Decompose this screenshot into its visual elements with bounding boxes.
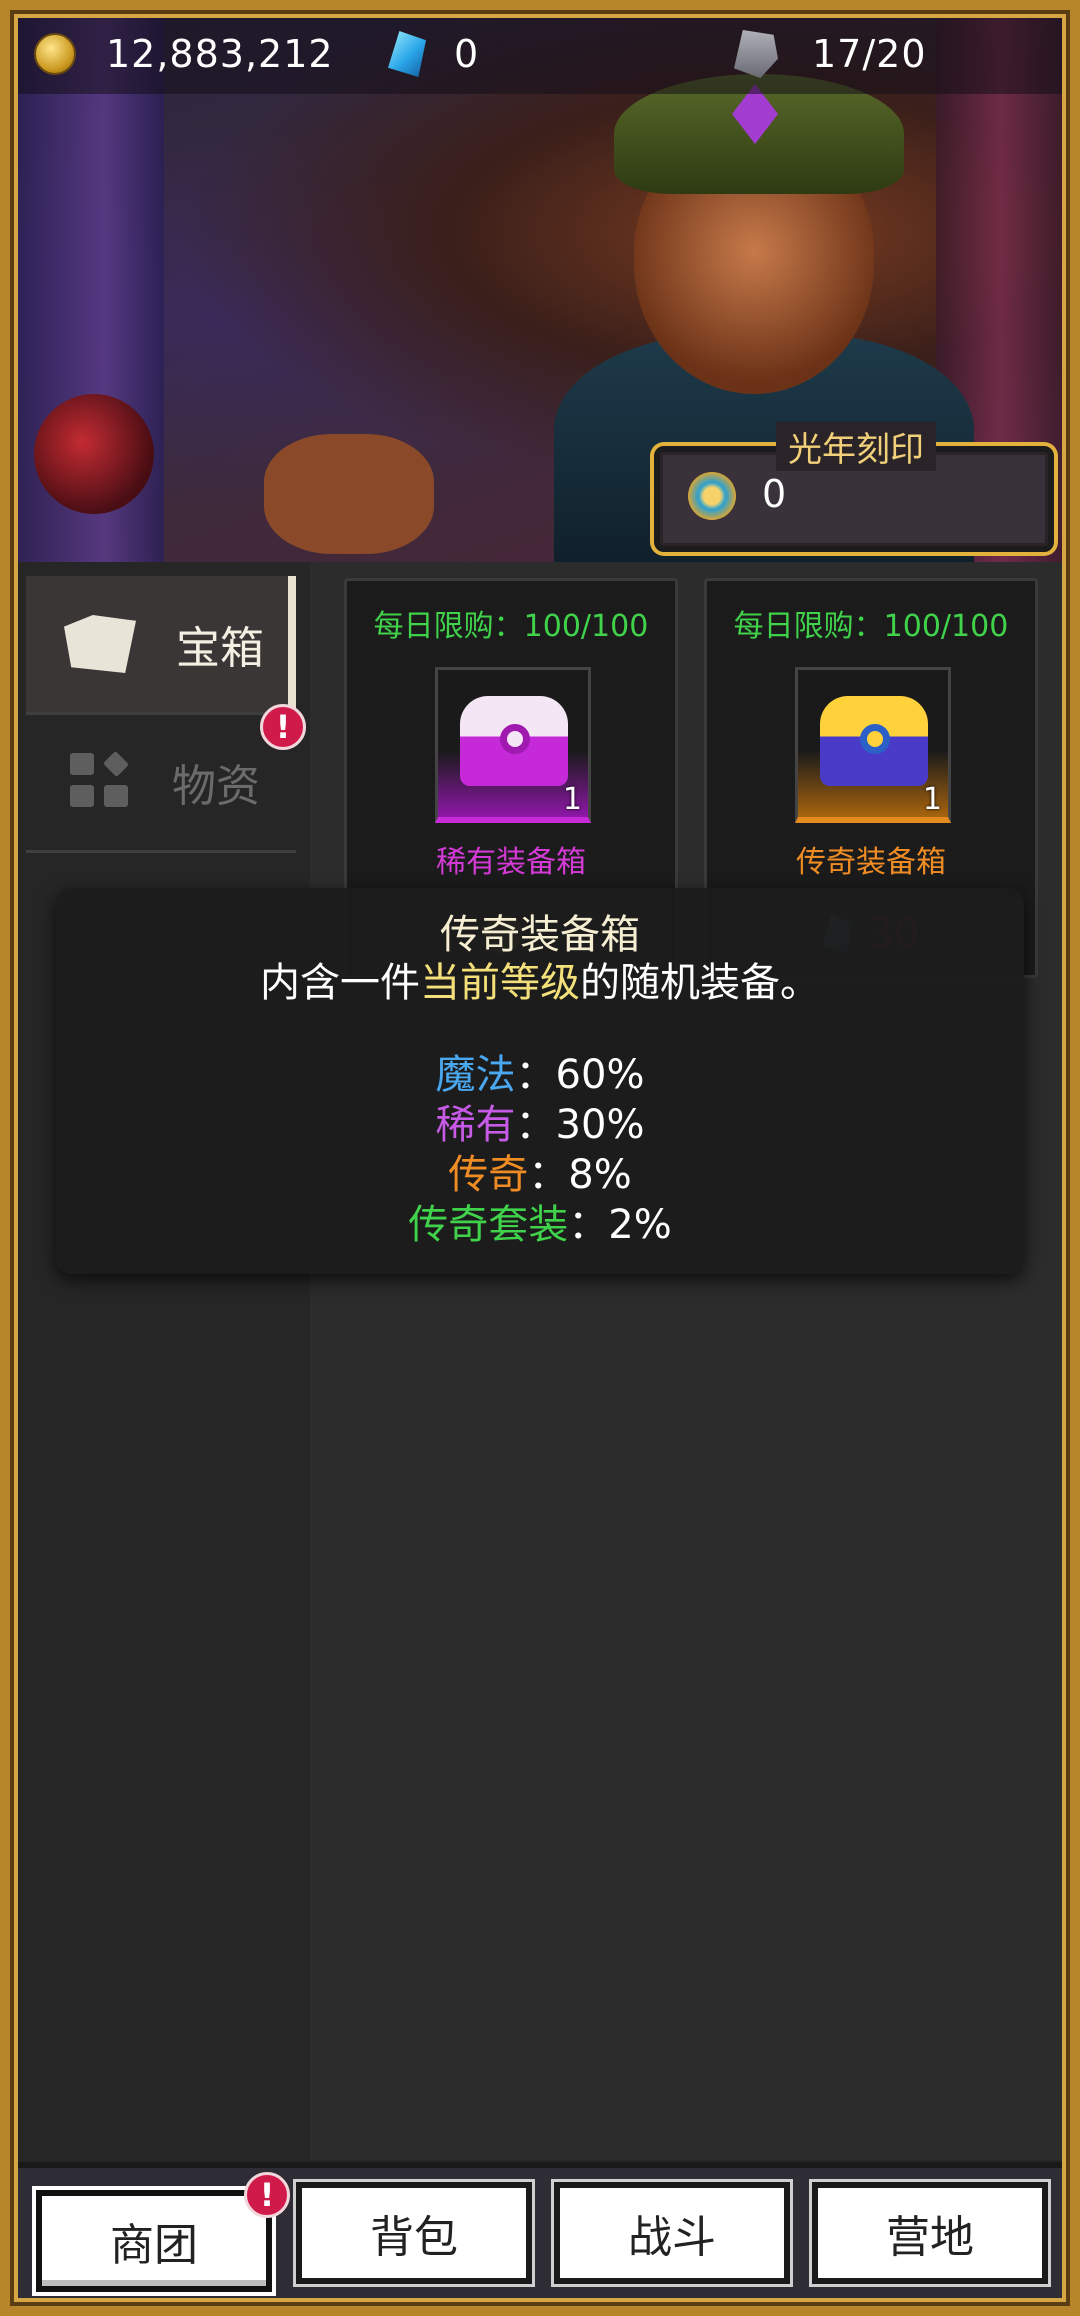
- gem-counter: 0: [388, 14, 479, 94]
- legendary-chest-icon: [820, 696, 928, 786]
- desc-highlight: 当前等级: [420, 960, 580, 1006]
- gem-value: 0: [454, 32, 480, 76]
- chest-icon: [64, 615, 136, 673]
- rate-value: 2%: [608, 1202, 672, 1248]
- tab-supplies[interactable]: 物资: [26, 714, 296, 850]
- quality-label: 稀有: [435, 1102, 516, 1148]
- nav-battle[interactable]: 战斗: [554, 2182, 790, 2284]
- item-quantity: 1: [562, 782, 582, 817]
- gold-counter: 12,883,212: [34, 14, 334, 94]
- rate-value: 60%: [555, 1052, 645, 1098]
- gold-value: 12,883,212: [106, 32, 334, 76]
- quality-label: 传奇: [448, 1152, 529, 1198]
- gold-coin-icon: [34, 33, 76, 75]
- tab-supplies-label: 物资: [172, 761, 260, 812]
- shop-panel: 宝箱 ! 物资 每日限购：100/100 1 稀有装备箱 每日限购：100/10: [14, 562, 1066, 2162]
- nav-backpack[interactable]: 背包: [296, 2182, 532, 2284]
- quality-label: 魔法: [435, 1052, 516, 1098]
- item-tooltip: 传奇装备箱 内含一件当前等级的随机装备。 魔法：60% 稀有：30% 传奇：8%…: [56, 888, 1024, 1274]
- tab-chests-label: 宝箱: [176, 623, 264, 674]
- nav-guild[interactable]: 商团: [36, 2190, 272, 2292]
- nav-camp[interactable]: 营地: [812, 2182, 1048, 2284]
- drop-rate-row: 稀有：30%: [56, 1100, 1024, 1150]
- daily-limit: 每日限购：100/100: [373, 609, 649, 644]
- drop-rate-row: 魔法：60%: [56, 1050, 1024, 1100]
- sep: ：: [528, 1152, 569, 1198]
- stamina-value: 17/20: [812, 32, 927, 76]
- item-name: 传奇装备箱: [796, 845, 946, 880]
- daily-limit: 每日限购：100/100: [733, 609, 1009, 644]
- sep: ：: [515, 1052, 556, 1098]
- merchant-hand: [264, 434, 434, 554]
- nav-label: 背包: [370, 2212, 458, 2263]
- desc-pre: 内含一件: [260, 960, 420, 1006]
- rune-stone-icon: [734, 30, 778, 78]
- tab-divider: [26, 850, 296, 853]
- item-frame: 1: [795, 667, 951, 823]
- seal-icon: [688, 472, 736, 520]
- shop-content: 每日限购：100/100 1 稀有装备箱 每日限购：100/100 1 传奇装备…: [310, 562, 1066, 2160]
- seal-value: 0: [762, 472, 787, 516]
- stamina-counter: 17/20: [734, 14, 927, 94]
- nav-label: 商团: [110, 2220, 198, 2271]
- item-name: 稀有装备箱: [436, 845, 586, 880]
- item-quantity: 1: [922, 782, 942, 817]
- quality-label: 传奇套装: [408, 1202, 569, 1248]
- nav-label: 战斗: [628, 2212, 716, 2263]
- light-year-seal-panel: 光年刻印 0: [654, 422, 1054, 552]
- tooltip-description: 内含一件当前等级的随机装备。: [56, 950, 1024, 1008]
- gem-icon: [388, 31, 426, 77]
- rate-value: 8%: [568, 1152, 632, 1198]
- drop-rate-list: 魔法：60% 稀有：30% 传奇：8% 传奇套装：2%: [56, 1050, 1024, 1250]
- nav-label: 营地: [886, 2212, 974, 2263]
- rare-chest-icon: [460, 696, 568, 786]
- supplies-grid-icon: [70, 750, 132, 811]
- alert-badge: !: [244, 2172, 290, 2218]
- desc-post: 的随机装备。: [580, 960, 820, 1006]
- wine-glass: [34, 394, 154, 514]
- tab-chests[interactable]: 宝箱: [26, 576, 296, 712]
- item-frame: 1: [435, 667, 591, 823]
- sep: ：: [568, 1202, 609, 1248]
- bottom-nav: 商团 ! 背包 战斗 营地: [14, 2168, 1066, 2304]
- sep: ：: [515, 1102, 556, 1148]
- seal-title: 光年刻印: [776, 422, 936, 471]
- drop-rate-row: 传奇：8%: [56, 1150, 1024, 1200]
- rate-value: 30%: [555, 1102, 645, 1148]
- drop-rate-row: 传奇套装：2%: [56, 1200, 1024, 1250]
- resource-bar: 12,883,212 0 17/20: [14, 14, 1066, 94]
